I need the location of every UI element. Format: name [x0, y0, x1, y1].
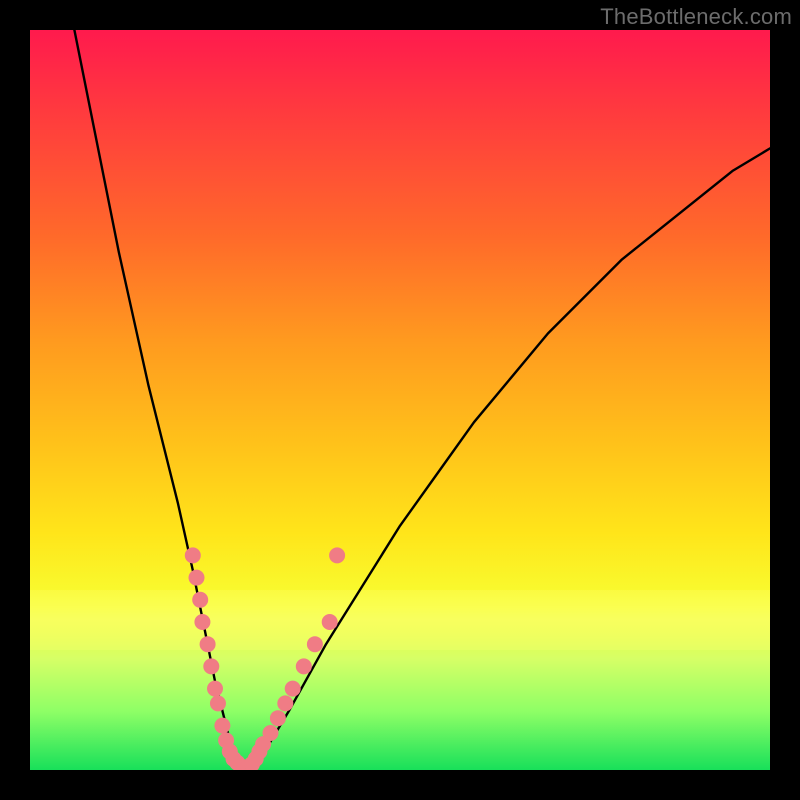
data-dot [329, 547, 345, 563]
chart-svg [30, 30, 770, 770]
data-dot [263, 725, 279, 741]
data-dot [185, 547, 201, 563]
data-dot [322, 614, 338, 630]
data-dot [307, 636, 323, 652]
curve-layer [74, 30, 770, 770]
data-dot [270, 710, 286, 726]
bottleneck-curve [74, 30, 770, 770]
data-dot [200, 636, 216, 652]
data-dot [285, 681, 301, 697]
plot-area [30, 30, 770, 770]
data-dot [194, 614, 210, 630]
dots-layer [185, 547, 345, 770]
data-dot [210, 695, 226, 711]
data-dot [192, 592, 208, 608]
data-dot [207, 681, 223, 697]
chart-frame: TheBottleneck.com [0, 0, 800, 800]
watermark-text: TheBottleneck.com [600, 4, 792, 30]
data-dot [189, 570, 205, 586]
data-dot [214, 718, 230, 734]
data-dot [277, 695, 293, 711]
data-dot [203, 658, 219, 674]
data-dot [296, 658, 312, 674]
